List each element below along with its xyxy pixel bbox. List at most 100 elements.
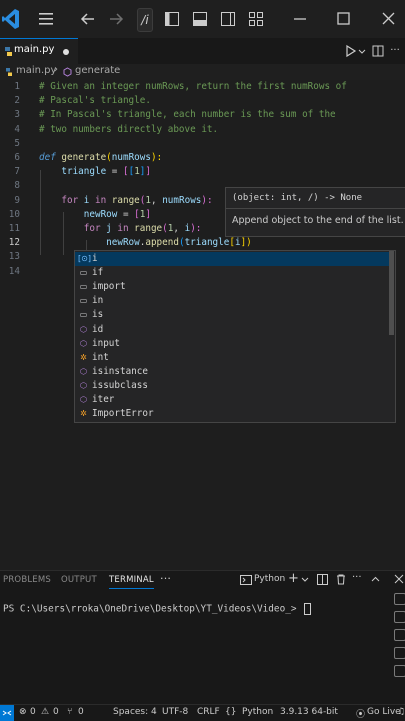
suggestion-label: iter — [92, 394, 115, 405]
ports-icon: ⑂ — [67, 707, 73, 717]
terminal-output[interactable]: PS C:\Users\rroka\OneDrive\Desktop\YT_Vi… — [3, 603, 312, 615]
code-line[interactable]: def generate(numRows): — [39, 152, 162, 163]
chevron-right-icon: › — [54, 64, 58, 75]
suggestion-item[interactable]: ▭ is — [75, 308, 389, 322]
new-terminal-icon[interactable]: + — [288, 571, 299, 586]
line-number[interactable]: 11 — [0, 223, 20, 234]
terminal-instance-icon[interactable] — [394, 665, 405, 677]
line-number[interactable]: 4 — [0, 124, 20, 135]
suggestion-item[interactable]: ✲ int — [75, 351, 389, 365]
suggestion-item[interactable]: ⬡ id — [75, 323, 389, 337]
line-number[interactable]: 2 — [0, 95, 20, 106]
encoding-status[interactable]: UTF-8 — [162, 707, 188, 717]
line-number[interactable]: 3 — [0, 109, 20, 120]
customize-layout-icon[interactable] — [246, 9, 266, 29]
tab-terminal[interactable]: TERMINAL — [109, 575, 154, 589]
suggestion-item[interactable]: ⬡ iter — [75, 393, 389, 407]
suggestion-item[interactable]: ⬡ issubclass — [75, 379, 389, 393]
go-live-button[interactable]: Go Live — [367, 707, 401, 717]
line-number[interactable]: 9 — [0, 195, 20, 206]
suggestion-item[interactable]: ▭ in — [75, 294, 389, 308]
toggle-sidebar-icon[interactable] — [162, 9, 182, 29]
ports-count[interactable]: 0 — [78, 707, 84, 717]
indentation-status[interactable]: Spaces: 4 — [113, 707, 157, 717]
code-line[interactable]: newRow.append(triangle[i]) — [39, 237, 252, 248]
split-terminal-icon[interactable] — [317, 574, 328, 585]
more-tabs-icon[interactable]: ··· — [160, 572, 171, 585]
class-icon: ✲ — [80, 409, 87, 419]
split-editor-icon[interactable] — [371, 41, 385, 61]
run-python-icon[interactable] — [344, 41, 358, 61]
panel-more-icon[interactable]: ··· — [352, 572, 362, 583]
suggestion-label: issubclass — [92, 379, 148, 391]
code-line[interactable]: # two numbers directly above it. — [39, 124, 218, 135]
code-token: ] — [145, 166, 152, 178]
terminal-instance-icon[interactable] — [394, 611, 405, 623]
line-number[interactable]: 13 — [0, 251, 20, 262]
tab-problems[interactable]: PROBLEMS — [3, 575, 51, 585]
code-line[interactable]: # Pascal's triangle. — [39, 95, 151, 106]
close-icon[interactable] — [378, 9, 398, 29]
errors-count[interactable]: 0 — [30, 707, 36, 717]
notifications-icon[interactable]: ♫ — [397, 707, 405, 717]
breadcrumb-symbol[interactable]: generate — [75, 65, 120, 76]
trash-icon[interactable] — [336, 574, 346, 585]
code-line[interactable]: for i in range(1, numRows): — [39, 195, 212, 206]
editor-tabs: main.py ··· — [0, 38, 405, 65]
suggestion-item[interactable]: ✲ ImportError — [75, 407, 389, 421]
suggestion-item[interactable]: ⬡ input — [75, 337, 389, 351]
suggestion-label: i — [92, 253, 98, 264]
code-line[interactable]: triangle = [[1]] — [39, 166, 151, 177]
language-status[interactable]: Python — [242, 707, 273, 717]
breadcrumb-file[interactable]: main.py — [16, 65, 56, 76]
menu-icon[interactable] — [36, 9, 56, 29]
terminal-instance-icon[interactable] — [394, 593, 405, 605]
code-line[interactable]: # Given an integer numRows, return the f… — [39, 81, 347, 92]
interpreter-status[interactable]: 3.9.13 64-bit — [280, 707, 338, 717]
line-number[interactable]: 12 — [0, 237, 20, 248]
tab-main-py[interactable]: main.py — [0, 38, 78, 65]
suggestion-item[interactable]: ▭ import — [75, 280, 389, 294]
line-number[interactable]: 8 — [0, 180, 20, 191]
code-line[interactable]: # In Pascal's triangle, each number is t… — [39, 109, 336, 120]
signature-text: (object: int, /) -> None — [232, 193, 363, 203]
maximize-panel-icon[interactable] — [371, 575, 380, 584]
warnings-count[interactable]: 0 — [53, 707, 59, 717]
suggestion-widget[interactable]: [⊙] i ▭ if ▭ import ▭ in ▭ is ⬡ id ⬡ input ✲ int ⬡ isinst… — [74, 250, 396, 423]
code-line[interactable]: for j in range(1, i): — [39, 223, 202, 234]
terminal-instance-icon[interactable] — [394, 629, 405, 641]
line-number[interactable]: 5 — [0, 138, 20, 149]
divider — [226, 208, 405, 209]
unsaved-dot-icon[interactable] — [63, 49, 69, 55]
maximize-icon[interactable] — [333, 9, 353, 29]
toggle-panel-icon[interactable] — [190, 9, 210, 29]
method-icon: ⬡ — [80, 366, 87, 376]
suggestion-item[interactable]: ▭ if — [75, 266, 389, 280]
terminal-shell-label[interactable]: Python — [254, 574, 285, 584]
line-number[interactable]: 14 — [0, 266, 20, 277]
suggestion-scrollbar[interactable] — [389, 251, 394, 335]
code-line[interactable]: newRow = [1] — [39, 209, 151, 220]
toggle-secondary-sidebar-icon[interactable] — [218, 9, 238, 29]
line-number[interactable]: 1 — [0, 81, 20, 92]
code-token: numRows — [111, 152, 151, 163]
more-actions-icon[interactable]: ··· — [388, 41, 402, 61]
eol-status[interactable]: CRLF — [197, 707, 220, 717]
close-panel-icon[interactable] — [394, 574, 404, 584]
forward-arrow-icon[interactable] — [106, 9, 126, 29]
chevron-down-icon[interactable] — [301, 576, 309, 584]
suggestion-item[interactable]: [⊙] i — [75, 252, 389, 266]
suggestion-item[interactable]: ⬡ isinstance — [75, 365, 389, 379]
suggestion-label: import — [92, 281, 126, 293]
line-number[interactable]: 6 — [0, 152, 20, 163]
line-number[interactable]: 10 — [0, 209, 20, 220]
command-center[interactable]: /i — [137, 8, 153, 32]
warning-icon: ⚠ — [41, 707, 50, 717]
terminal-instance-icon[interactable] — [394, 647, 405, 659]
back-arrow-icon[interactable] — [78, 9, 98, 29]
line-number[interactable]: 7 — [0, 166, 20, 177]
minimize-icon[interactable] — [290, 9, 310, 29]
run-dropdown-icon[interactable] — [357, 41, 367, 61]
remote-indicator[interactable] — [0, 705, 14, 721]
tab-output[interactable]: OUTPUT — [61, 575, 97, 585]
